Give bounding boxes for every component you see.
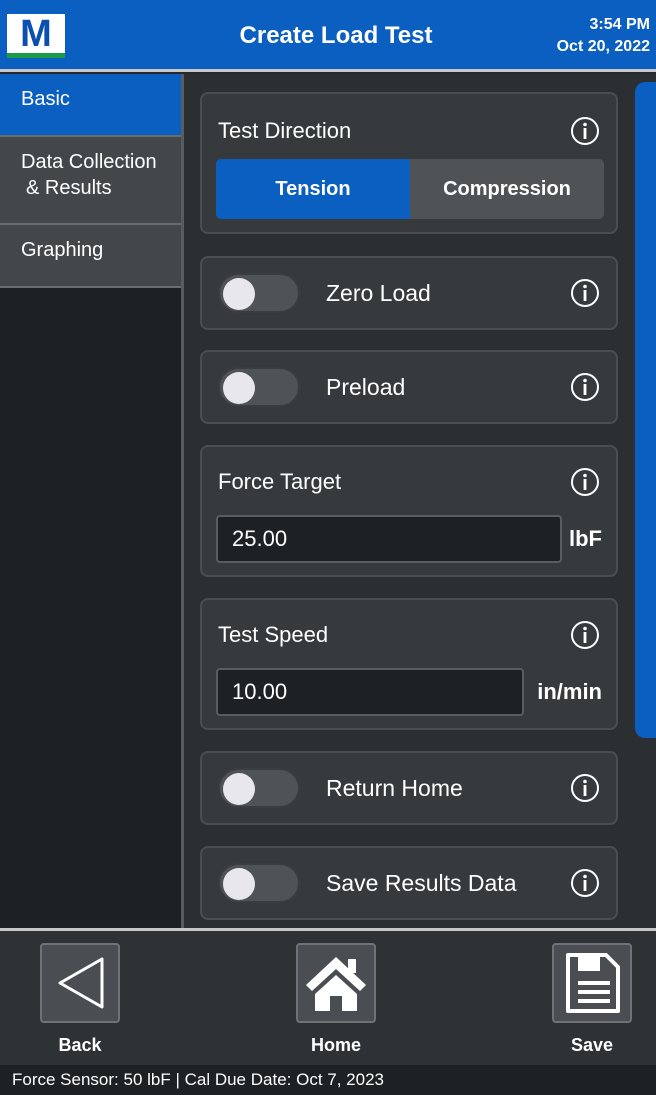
test-speed-card: Test Speed 10.00 in/min — [200, 598, 618, 730]
test-direction-toggle: Tension Compression — [216, 159, 604, 219]
force-target-label: Force Target — [218, 469, 342, 494]
save-icon — [566, 953, 620, 1013]
home-button[interactable] — [296, 943, 376, 1023]
force-target-unit: lbF — [569, 526, 602, 551]
zero-load-label: Zero Load — [326, 280, 431, 306]
scrollbar[interactable] — [635, 82, 656, 738]
test-speed-unit: in/min — [537, 679, 602, 704]
clock-date: Oct 20, 2022 — [556, 38, 650, 55]
tension-option[interactable]: Tension — [216, 159, 410, 219]
test-speed-input[interactable]: 10.00 — [216, 668, 524, 716]
toggle-knob — [223, 278, 255, 310]
return-home-toggle[interactable] — [218, 768, 300, 808]
toggle-knob — [223, 868, 255, 900]
page-title: Create Load Test — [239, 22, 433, 49]
zero-load-card: Zero Load — [200, 256, 618, 330]
settings-panel[interactable]: Test Direction Tension Compression Zero … — [184, 74, 656, 928]
preload-label: Preload — [326, 374, 406, 400]
back-button[interactable] — [40, 943, 120, 1023]
toggle-knob — [223, 773, 255, 805]
save-results-toggle[interactable] — [218, 863, 300, 903]
info-icon[interactable] — [570, 372, 600, 402]
return-home-card: Return Home — [200, 751, 618, 825]
bottom-bar: Back Home Save — [0, 928, 656, 1065]
info-icon[interactable] — [570, 278, 600, 308]
back-arrow-icon — [58, 957, 104, 1009]
compression-option[interactable]: Compression — [410, 159, 604, 219]
sidebar: Basic Data Collection & Results Graphing — [0, 74, 184, 928]
home-icon — [306, 957, 366, 1011]
save-results-label: Save Results Data — [326, 870, 517, 896]
sidebar-item-label: Graphing — [21, 239, 104, 261]
preload-toggle[interactable] — [218, 367, 300, 407]
sidebar-item-label: Data Collection — [21, 151, 157, 173]
info-icon[interactable] — [570, 868, 600, 898]
sidebar-item-graphing[interactable]: Graphing — [0, 225, 181, 288]
save-label: Save — [570, 1035, 614, 1055]
test-direction-label: Test Direction — [218, 118, 352, 143]
sidebar-item-basic[interactable]: Basic — [0, 74, 181, 137]
status-bar: Force Sensor: 50 lbF | Cal Due Date: Oct… — [0, 1065, 656, 1095]
home-label: Home — [310, 1035, 361, 1055]
app-header: M Create Load Test 3:54 PM Oct 20, 2022 — [0, 0, 656, 72]
clock: 3:54 PM Oct 20, 2022 — [557, 14, 650, 58]
force-target-input[interactable]: 25.00 — [216, 515, 562, 563]
info-icon[interactable] — [570, 620, 600, 650]
test-direction-card: Test Direction Tension Compression — [200, 92, 618, 234]
save-results-card: Save Results Data — [200, 846, 618, 920]
toggle-knob — [223, 372, 255, 404]
preload-card: Preload — [200, 350, 618, 424]
sidebar-item-data-collection[interactable]: Data Collection & Results — [0, 137, 181, 225]
info-icon[interactable] — [570, 773, 600, 803]
info-icon[interactable] — [570, 467, 600, 497]
test-speed-label: Test Speed — [218, 622, 329, 647]
force-target-card: Force Target 25.00 lbF — [200, 445, 618, 577]
sidebar-item-label: Basic — [21, 88, 70, 110]
back-label: Back — [58, 1035, 102, 1055]
sidebar-item-label-2: & Results — [26, 177, 112, 199]
save-button[interactable] — [552, 943, 632, 1023]
info-icon[interactable] — [570, 116, 600, 146]
logo-letter: M — [20, 12, 52, 55]
return-home-label: Return Home — [326, 775, 463, 801]
brand-logo: M — [7, 14, 65, 58]
clock-time: 3:54 PM — [589, 16, 650, 33]
zero-load-toggle[interactable] — [218, 273, 300, 313]
